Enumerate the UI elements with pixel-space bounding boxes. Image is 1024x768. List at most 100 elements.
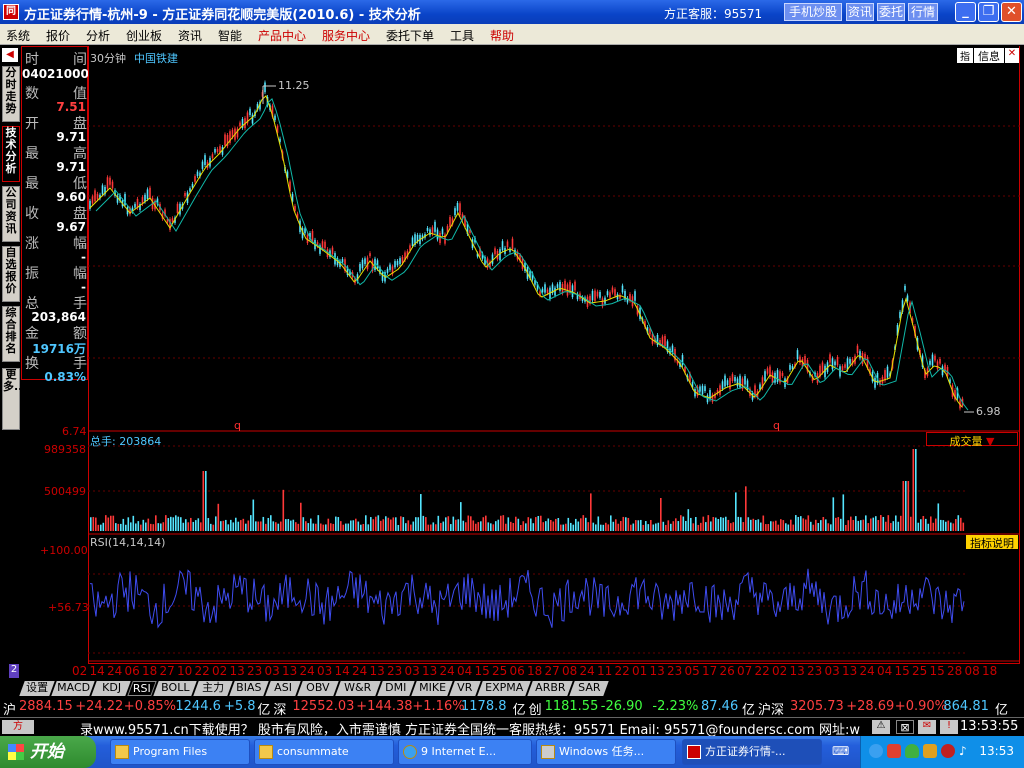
taskbar-item-consummate[interactable]: consummate [254, 739, 394, 765]
indicator-tab[interactable]: VR [449, 681, 481, 696]
x-tick-label: 26 [719, 664, 735, 678]
menu-news[interactable]: 资讯 [178, 27, 202, 44]
x-tick-label: 23 [247, 664, 263, 678]
keyboard-icon[interactable]: ⌨ [832, 744, 849, 760]
news-button[interactable]: 资讯 [846, 3, 874, 21]
volume-bar [432, 522, 435, 531]
taskbar-item-founder-quotes[interactable]: 方正证券行情-... [682, 739, 822, 765]
volume-bar [612, 521, 615, 531]
status-time: 13:53:55 [960, 719, 1019, 734]
scroll-marker-icon[interactable]: 2 [9, 664, 19, 678]
volume-bar [930, 516, 932, 531]
volume-bar [410, 524, 412, 531]
volume-bar [840, 518, 842, 531]
volume-bar [637, 520, 640, 531]
quote-button[interactable]: 行情 [908, 3, 938, 21]
volume-bar [777, 524, 780, 531]
network-icon[interactable] [869, 744, 883, 758]
indicator-tab[interactable]: W&R [335, 681, 381, 696]
menu-products[interactable]: 产品中心 [258, 27, 306, 44]
indicator-tab[interactable]: MIKE [411, 681, 453, 696]
indicator-explain-button[interactable]: 指标说明 [966, 535, 1018, 550]
indicator-tab[interactable]: BIAS [229, 681, 269, 696]
taskbar-item-task-manager[interactable]: Windows 任务... [536, 739, 676, 765]
indicator-tab[interactable]: MACD [51, 681, 95, 696]
menu-tools[interactable]: 工具 [450, 27, 474, 44]
volume-bar [447, 516, 450, 531]
volume-bar [385, 516, 387, 531]
close-icon[interactable]: ✕ [1001, 2, 1022, 22]
volume-bar [650, 519, 652, 531]
tray-app-icon[interactable] [941, 744, 955, 758]
menu-smart[interactable]: 智能 [218, 27, 242, 44]
menu-quotes[interactable]: 报价 [46, 27, 70, 44]
volume-bar [332, 523, 335, 531]
volume-bar [760, 522, 762, 531]
candle-body [176, 203, 179, 214]
candle-body [829, 354, 831, 363]
menu-services[interactable]: 服务中心 [322, 27, 370, 44]
indicator-tab[interactable]: BOLL [153, 681, 197, 696]
menu-help[interactable]: 帮助 [490, 27, 514, 44]
indicator-tab[interactable]: ARBR [527, 681, 573, 696]
entrust-button[interactable]: 委托 [877, 3, 905, 21]
candle-body [859, 351, 861, 359]
indicator-tab-bar: 设置 MACD KDJ RSI BOLL 主力 BIAS ASI OBV W&R DMI MIKE VR… [0, 680, 1024, 697]
volume-bar [342, 524, 345, 531]
start-button[interactable]: 开始 [0, 736, 96, 768]
restore-icon[interactable]: ❐ [978, 2, 999, 22]
menu-order[interactable]: 委托下单 [386, 27, 434, 44]
volume-bar [362, 524, 365, 531]
candle-body [386, 268, 389, 273]
volume-bar [875, 516, 877, 531]
indicator-tab[interactable]: SAR [569, 681, 609, 696]
volume-icon[interactable]: ♪ [959, 744, 973, 758]
mobile-trading-button[interactable]: 手机炒股 [784, 3, 842, 21]
menu-analysis[interactable]: 分析 [86, 27, 110, 44]
volume-bar [102, 522, 105, 531]
status-logo-icon[interactable]: 方 [2, 720, 34, 734]
chart-canvas[interactable]: qq [0, 46, 1024, 680]
security-shield-icon[interactable] [905, 744, 919, 758]
indicator-tab[interactable]: DMI [377, 681, 415, 696]
warning-icon[interactable]: ! [940, 720, 958, 734]
volume-bar [327, 518, 330, 531]
candle-body [904, 285, 906, 291]
tray-app-icon[interactable] [923, 744, 937, 758]
message-icon[interactable]: ✉ [918, 720, 936, 734]
indicator-tab[interactable]: 主力 [193, 681, 233, 696]
indicator-tab[interactable]: RSI [127, 681, 157, 696]
clock[interactable]: 13:53 [979, 744, 1014, 758]
volume-bar [240, 520, 242, 531]
taskbar-item-internet-explorer[interactable]: 9 Internet E... [398, 739, 532, 765]
indicator-tab[interactable]: 设置 [19, 681, 55, 696]
title-bar: 同 方正证券行情-杭州-9 - 方正证券同花顺完美版(2010.6) - 技术分… [0, 0, 1024, 24]
volume-bar [805, 519, 807, 531]
volume-bar [400, 516, 402, 531]
minimize-icon[interactable]: _ [955, 2, 976, 22]
volume-bar [890, 523, 892, 531]
indicator-tab[interactable]: OBV [297, 681, 339, 696]
menu-gem[interactable]: 创业板 [126, 27, 162, 44]
x-tick-label: 13 [369, 664, 385, 678]
alarm-icon[interactable]: ⚠ [872, 720, 890, 734]
app-icon[interactable]: 同 [3, 4, 19, 20]
tray-app-icon[interactable] [887, 744, 901, 758]
volume-bar [462, 520, 465, 531]
volume-bar [892, 521, 895, 531]
volume-bar [592, 522, 595, 531]
candle-body [766, 368, 769, 374]
taskbar-item-program-files[interactable]: Program Files [110, 739, 250, 765]
volume-bar [740, 517, 742, 531]
x-tick-label: 13 [789, 664, 805, 678]
candle-body [96, 193, 99, 200]
menu-system[interactable]: 系统 [6, 27, 30, 44]
volume-type-select[interactable]: 成交量 ▼ [926, 432, 1018, 448]
indicator-tab[interactable]: KDJ [91, 681, 131, 696]
volume-bar [882, 516, 885, 531]
connection-icon[interactable]: ⊠ [896, 720, 914, 734]
volume-bar [142, 519, 145, 531]
indicator-tab[interactable]: EXPMA [477, 681, 531, 696]
volume-bar [570, 522, 572, 531]
indicator-tab[interactable]: ASI [265, 681, 301, 696]
